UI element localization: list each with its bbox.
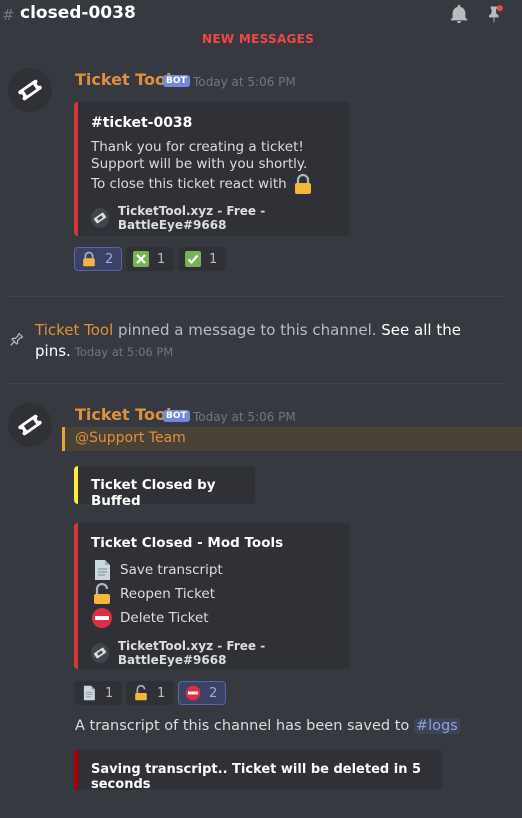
avatar[interactable] [8,68,52,112]
embed-footer: TicketTool.xyz - Free - BattleEye#9668 [91,204,350,232]
reaction-document[interactable]: 1 [74,681,122,705]
ticket-icon [91,643,109,663]
logs-channel-link[interactable]: #logs [413,718,460,734]
reaction-lock[interactable]: 2 [74,247,122,271]
embed-line: Support will be with you shortly. [91,156,308,172]
check-mark-icon [185,251,201,267]
transcript-text: A transcript of this channel has been sa… [75,718,414,734]
lock-icon [294,173,311,194]
reaction-check[interactable]: 1 [178,247,226,271]
hash-icon: # [2,6,15,24]
ticket-icon [91,208,109,228]
mention-highlight: @Support Team [62,427,522,451]
ticket-embed: #ticket-0038 Thank you for creating a ti… [74,102,350,236]
new-messages-divider: NEW MESSAGES [0,31,522,45]
new-messages-label: NEW MESSAGES [202,32,315,45]
bell-icon[interactable] [448,3,470,25]
saving-embed: Saving transcript.. Ticket will be delet… [74,750,442,792]
message-separator [8,296,506,297]
unlock-icon [94,583,110,604]
system-text: pinned a message to this channel. [113,321,382,339]
embed-footer: TicketTool.xyz - Free - BattleEye#9668 [91,639,350,667]
reaction-cross[interactable]: 1 [126,247,174,271]
reaction-no-entry[interactable]: 2 [178,681,226,705]
system-author[interactable]: Ticket Tool [35,321,113,339]
no-entry-icon [185,685,201,701]
mod-tool-item: Reopen Ticket [91,582,223,606]
embed-title: Ticket Closed by Buffed [91,477,216,509]
role-mention[interactable]: @Support Team [75,430,186,446]
message-timestamp: Today at 5:06 PM [193,75,296,89]
reaction-count: 2 [105,251,114,267]
embed-footer-text: TicketTool.xyz - Free - BattleEye#9668 [117,204,266,232]
avatar[interactable] [8,403,52,447]
channel-header: # closed-0038 ⋮ [0,0,522,30]
embed-title: #ticket-0038 [91,115,193,131]
unlock-icon [135,685,147,701]
message-author[interactable]: Ticket Tool [75,70,171,89]
more-options-icon[interactable]: ⋮ [515,2,522,23]
reaction-unlock[interactable]: 1 [126,681,174,705]
system-message: Ticket Tool pinned a message to this cha… [35,320,515,363]
cross-mark-icon [133,251,149,267]
pin-icon [10,332,24,346]
closed-by-embed: Ticket Closed by Buffed [74,466,255,509]
message-author[interactable]: Ticket Tool [75,405,171,424]
mod-tool-item: Save transcript [91,558,223,582]
no-entry-icon [92,608,112,628]
embed-title: Ticket Closed - Mod Tools [91,535,284,551]
embed-line: To close this ticket react with [91,176,287,192]
reaction-count: 1 [209,251,218,267]
ticket-icon [18,79,42,101]
bot-tag: BOT [163,410,190,422]
message-timestamp: Today at 5:06 PM [193,410,296,424]
bot-tag: BOT [163,75,190,87]
transcript-message: A transcript of this channel has been sa… [75,718,460,734]
reaction-count: 1 [157,251,166,267]
reaction-count: 1 [157,685,166,701]
reaction-count: 1 [105,685,114,701]
ticket-icon [18,414,42,436]
system-timestamp: Today at 5:06 PM [74,345,174,359]
lock-icon [83,251,95,267]
document-icon [95,560,110,580]
embed-footer-text: TicketTool.xyz - Free - BattleEye#9668 [117,639,266,667]
message-separator [8,383,506,384]
embed-title: Saving transcript.. Ticket will be delet… [91,762,422,792]
channel-name: closed-0038 [20,3,136,23]
mod-tool-item: Delete Ticket [91,606,223,630]
reaction-count: 2 [209,685,218,701]
mod-tools-embed: Ticket Closed - Mod Tools Save transcrip… [74,523,350,669]
document-icon [83,685,95,701]
pin-icon[interactable] [484,3,504,25]
